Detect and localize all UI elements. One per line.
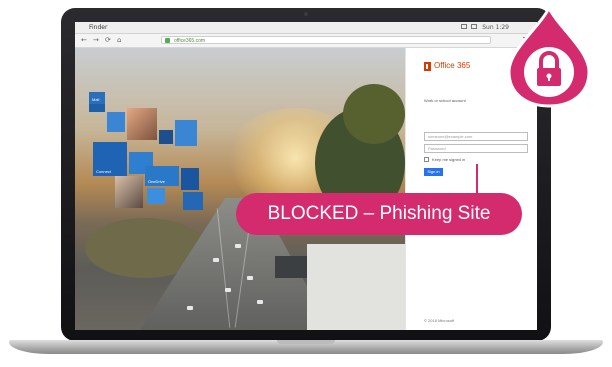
home-icon[interactable]: ⌂ bbox=[117, 36, 121, 45]
car bbox=[225, 288, 231, 292]
car bbox=[247, 276, 253, 280]
tile bbox=[159, 130, 173, 144]
lock-icon bbox=[507, 6, 591, 108]
password-field[interactable]: Password bbox=[424, 144, 528, 153]
tile bbox=[107, 112, 125, 132]
browser-toolbar: ← → ⟳ ⌂ office365.com bbox=[75, 34, 537, 48]
car bbox=[213, 258, 219, 262]
keep-signed-in-checkbox[interactable] bbox=[424, 157, 429, 162]
road-sign bbox=[275, 256, 309, 278]
battery-icon[interactable] bbox=[471, 24, 477, 29]
tile-label: Mail bbox=[92, 97, 100, 102]
menu-app-name[interactable]: Finder bbox=[89, 24, 107, 31]
keep-signed-in-label: Keep me signed in bbox=[432, 157, 466, 162]
office-brand: Office 365 bbox=[434, 61, 471, 70]
email-field[interactable]: someone@example.com bbox=[424, 132, 528, 141]
car bbox=[187, 306, 193, 310]
forward-icon[interactable]: → bbox=[93, 36, 99, 45]
callout-connector bbox=[476, 164, 478, 194]
car bbox=[257, 300, 263, 304]
signin-prompt: Work or school account bbox=[424, 98, 466, 103]
back-icon[interactable]: ← bbox=[81, 36, 87, 45]
laptop-base bbox=[9, 340, 603, 354]
tile-onedrive: OneDrive bbox=[145, 166, 179, 186]
tile-label: OneDrive bbox=[148, 179, 165, 184]
tile bbox=[175, 120, 197, 146]
webcam bbox=[304, 12, 308, 16]
tile-photo bbox=[115, 176, 143, 208]
tile-label: Connect bbox=[96, 169, 111, 174]
address-url: office365.com bbox=[174, 38, 206, 44]
reload-icon[interactable]: ⟳ bbox=[105, 36, 111, 45]
laptop-screen: Finder Sun 1:29 ← → ⟳ ⌂ office365.com Ma… bbox=[75, 22, 537, 330]
mac-menu-bar: Finder Sun 1:29 bbox=[75, 22, 537, 34]
tile bbox=[147, 188, 165, 204]
menu-clock[interactable]: Sun 1:29 bbox=[482, 24, 509, 31]
tile bbox=[181, 168, 199, 190]
login-footer: © 2016 Microsoft bbox=[424, 318, 455, 323]
hero-image: Mail Connect OneDrive bbox=[75, 48, 405, 330]
tile bbox=[183, 192, 203, 210]
signin-button[interactable]: Sign in bbox=[424, 168, 443, 176]
tile-connect: Connect bbox=[93, 142, 127, 176]
wifi-icon[interactable] bbox=[461, 24, 467, 29]
tile-mail: Mail bbox=[89, 92, 105, 104]
office-logo-icon bbox=[424, 62, 431, 71]
tile-photo bbox=[127, 108, 157, 140]
building-wall bbox=[307, 244, 405, 330]
secure-lock-icon bbox=[165, 38, 170, 43]
palm-trees-top bbox=[343, 84, 405, 144]
blocked-banner: BLOCKED – Phishing Site bbox=[236, 193, 522, 235]
trackpad-notch bbox=[277, 340, 335, 344]
address-bar[interactable]: office365.com bbox=[161, 36, 491, 44]
car bbox=[235, 244, 241, 248]
